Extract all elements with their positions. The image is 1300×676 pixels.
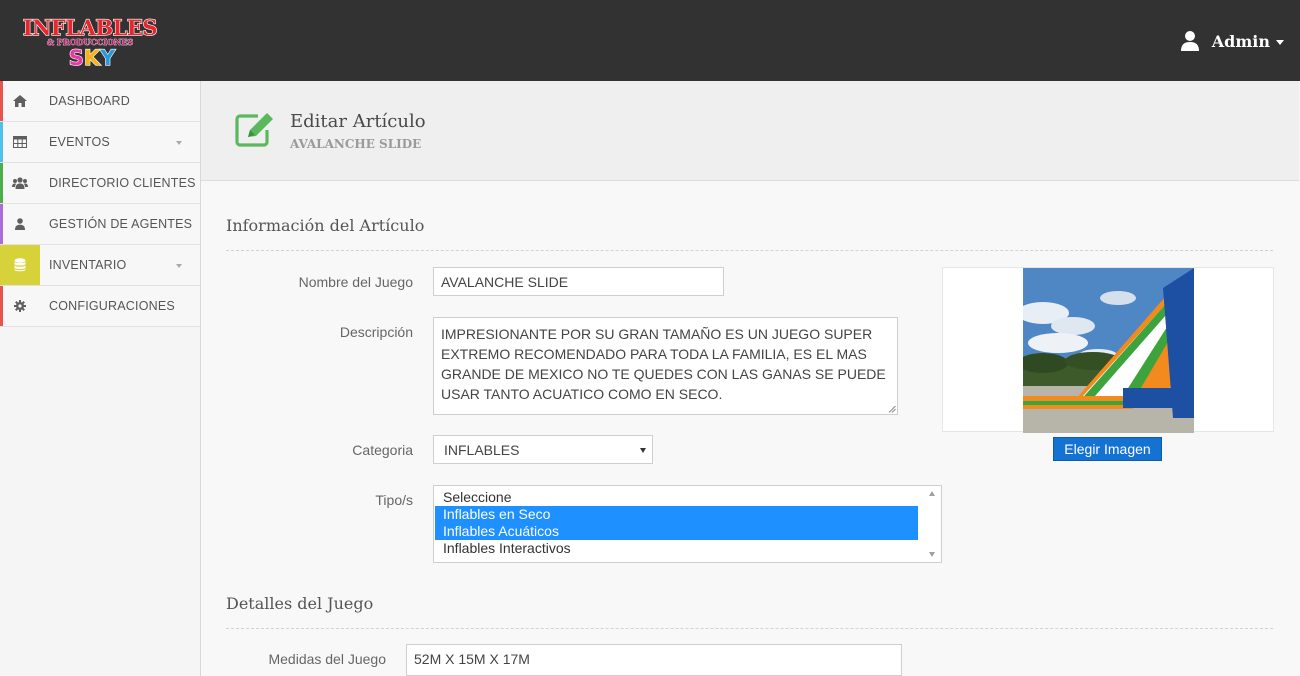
sidebar-item-inventario[interactable]: INVENTARIO	[0, 245, 200, 286]
sidebar-stripe	[0, 286, 3, 326]
sidebar-item-label: EVENTOS	[49, 135, 110, 149]
database-icon	[14, 258, 26, 272]
user-icon	[1180, 31, 1199, 51]
sidebar-item-label: CONFIGURACIONES	[49, 299, 175, 313]
types-option[interactable]: Inflables Interactivos	[435, 540, 918, 557]
sidebar-item-directorio-clientes[interactable]: DIRECTORIO CLIENTES	[0, 163, 200, 204]
description-textarea[interactable]: IMPRESIONANTE POR SU GRAN TAMAÑO ES UN J…	[433, 317, 898, 415]
sidebar: DASHBOARD EVENTOS DIRECTORIO CLIENTES GE…	[0, 81, 201, 676]
chevron-down-icon	[176, 264, 182, 268]
divider	[226, 628, 1273, 629]
users-icon	[12, 177, 28, 189]
sidebar-item-label: INVENTARIO	[49, 258, 127, 272]
types-option-selected[interactable]: Inflables en Seco	[435, 506, 918, 523]
home-icon	[13, 95, 27, 107]
page-header: Editar Artículo AVALANCHE SLIDE	[201, 81, 1299, 181]
sidebar-stripe	[0, 245, 3, 285]
sidebar-item-label: DASHBOARD	[49, 94, 130, 108]
types-option[interactable]: Seleccione	[435, 489, 918, 506]
types-label: Tipo/s	[375, 492, 413, 508]
category-selected-value: INFLABLES	[444, 442, 520, 458]
description-label: Descripción	[339, 324, 413, 340]
description-text: IMPRESIONANTE POR SU GRAN TAMAÑO ES UN J…	[441, 326, 886, 402]
chevron-down-icon	[1276, 39, 1284, 45]
scroll-down-icon[interactable]	[929, 552, 935, 557]
category-label: Categoria	[352, 442, 413, 458]
table-icon	[13, 136, 27, 148]
choose-image-button[interactable]: Elegir Imagen	[1053, 437, 1162, 461]
sidebar-item-label: GESTIÓN DE AGENTES	[49, 217, 193, 231]
section-title-info: Información del Artículo	[226, 216, 425, 235]
name-label: Nombre del Juego	[298, 274, 413, 290]
types-option-selected[interactable]: Inflables Acuáticos	[435, 523, 918, 540]
sidebar-item-gestion-agentes[interactable]: GESTIÓN DE AGENTES	[0, 204, 200, 245]
sidebar-stripe	[0, 163, 3, 203]
chevron-down-icon	[176, 141, 182, 145]
user-menu[interactable]: Admin	[1180, 30, 1284, 52]
page-title: Editar Artículo	[290, 111, 426, 132]
image-preview-card	[942, 267, 1274, 433]
product-photo	[1023, 268, 1194, 433]
resize-grip-icon[interactable]	[888, 405, 896, 413]
listbox-scrollbar[interactable]	[924, 486, 941, 562]
types-multiselect[interactable]: Seleccione Inflables en Seco Inflables A…	[433, 485, 942, 563]
sidebar-item-label: DIRECTORIO CLIENTES	[49, 176, 196, 190]
user-icon	[15, 218, 25, 230]
svg-text:SKY: SKY	[69, 46, 116, 70]
divider	[226, 250, 1273, 251]
user-name[interactable]: Admin	[1212, 32, 1270, 51]
section-title-details: Detalles del Juego	[226, 594, 374, 613]
top-navbar: INFLABLES & PRODUCCIONES SKY Admin	[0, 0, 1300, 81]
sidebar-item-eventos[interactable]: EVENTOS	[0, 122, 200, 163]
size-input[interactable]: 52M X 15M X 17M	[406, 644, 902, 676]
sidebar-item-configuraciones[interactable]: CONFIGURACIONES	[0, 286, 200, 327]
dropdown-arrow-icon	[640, 448, 646, 453]
scroll-up-icon[interactable]	[929, 491, 935, 496]
name-input[interactable]: AVALANCHE SLIDE	[433, 267, 724, 296]
sidebar-item-dashboard[interactable]: DASHBOARD	[0, 81, 200, 122]
sidebar-stripe	[0, 122, 3, 162]
sidebar-stripe	[0, 81, 3, 121]
gear-icon	[14, 300, 26, 312]
size-label: Medidas del Juego	[268, 651, 386, 667]
edit-icon	[235, 113, 273, 147]
page-subtitle: AVALANCHE SLIDE	[290, 137, 422, 151]
sidebar-stripe	[0, 204, 3, 244]
main-content: Editar Artículo AVALANCHE SLIDE Informac…	[201, 81, 1300, 676]
brand-logo[interactable]: INFLABLES & PRODUCCIONES SKY	[20, 14, 160, 70]
category-select[interactable]: INFLABLES	[433, 435, 653, 464]
